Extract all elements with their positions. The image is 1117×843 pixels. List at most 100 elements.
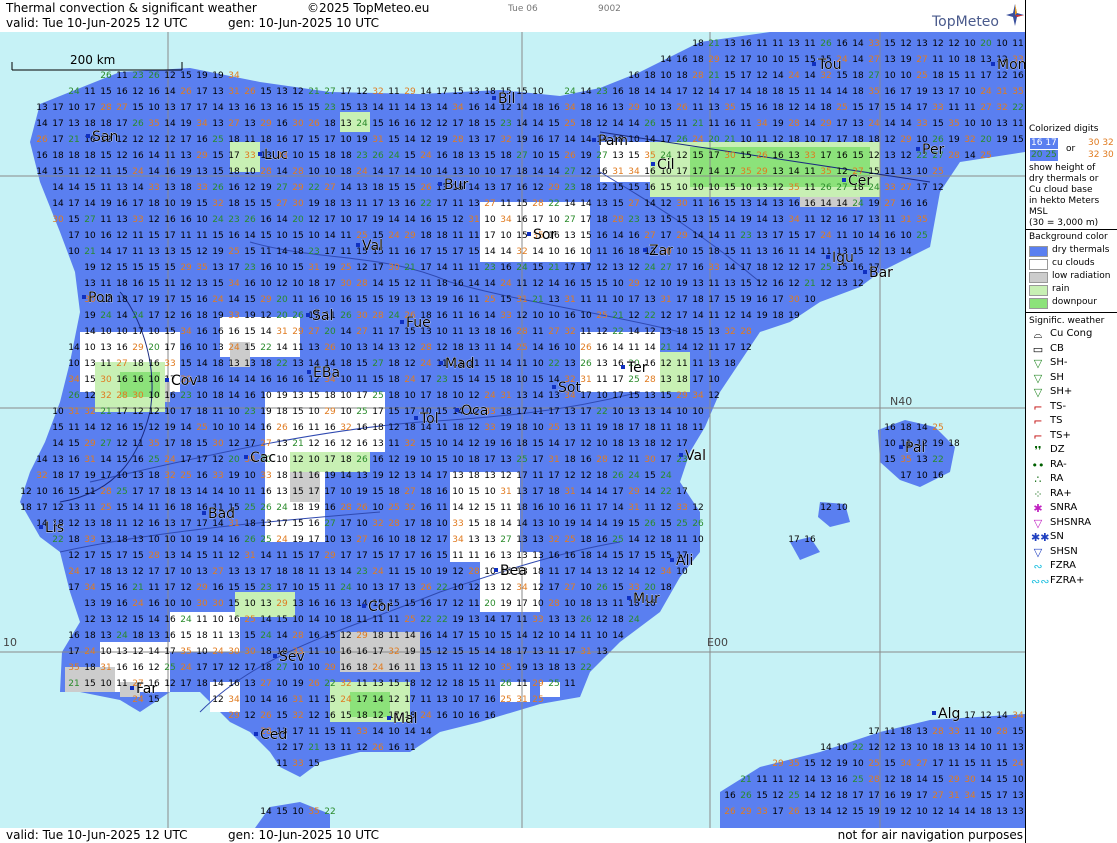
thermal-digit: 29 (180, 263, 192, 273)
thermal-digit: 19 (916, 87, 928, 97)
thermal-digit: 33 (884, 183, 895, 193)
footer: valid: Tue 10-Jun-2025 12 UTC gen: 10-Ju… (0, 828, 1025, 843)
city-label[interactable]: Mon (997, 57, 1025, 74)
thermal-digit: 18 (468, 471, 480, 481)
city-label[interactable]: Cil (657, 157, 675, 174)
city-label[interactable]: Ter (626, 360, 648, 377)
thermal-digit: 16 (148, 519, 160, 529)
thermal-digit: 35 (788, 759, 799, 769)
topmeteo-logo[interactable]: TopMeteo (932, 4, 1024, 32)
city-label[interactable]: Bar (869, 265, 894, 282)
city-label[interactable]: Mal (393, 711, 418, 728)
thermal-digit: 25 (548, 423, 559, 433)
city-label[interactable]: Sev (279, 649, 305, 666)
thermal-digit: 30 (964, 775, 976, 785)
thermal-digit: 25 (868, 759, 879, 769)
city-label[interactable]: Oca (461, 403, 489, 420)
thermal-digit: 17 (180, 407, 191, 417)
thermal-digit: 11 (308, 647, 319, 657)
city-label[interactable]: Per (922, 142, 945, 159)
weather-map[interactable]: 200 km N40 E00 10 18 21 13 16 11 11 13 11 26 16 14… (0, 32, 1025, 828)
thermal-digit: 18 (196, 375, 208, 385)
thermal-digit: 15 (212, 279, 223, 289)
thermal-digit: 12 (100, 263, 111, 273)
city-label[interactable]: Tol (419, 411, 439, 428)
logo-text: TopMeteo (932, 14, 999, 30)
city-label[interactable]: Igu (832, 250, 854, 267)
city-label[interactable]: Sor (533, 227, 557, 244)
thermal-digit: 24 (372, 663, 384, 673)
thermal-digit: 27 (884, 199, 895, 209)
thermal-digit: 17 (84, 103, 95, 113)
thermal-digit: 13 (452, 167, 463, 177)
thermal-digit: 11 (340, 231, 351, 241)
thermal-digit: 10 (500, 231, 512, 241)
city-label[interactable]: Luc (264, 147, 289, 164)
city-label[interactable]: Bad (208, 506, 236, 523)
thermal-digit: 12 (388, 695, 399, 705)
thermal-digit: 18 (692, 55, 704, 65)
city-label[interactable]: Val (685, 448, 707, 465)
city-label[interactable]: Alg (938, 706, 961, 723)
city-label[interactable]: Cac (250, 450, 277, 467)
thermal-digit: 12 (340, 631, 351, 641)
thermal-digit: 13 (788, 39, 799, 49)
city-label[interactable]: Bea (500, 563, 527, 580)
thermal-digit: 18 (388, 391, 400, 401)
thermal-digit: 10 (324, 615, 336, 625)
city-label[interactable]: Far (136, 681, 158, 698)
thermal-digit: 17 (164, 231, 175, 241)
city-label[interactable]: Bil (498, 91, 516, 108)
thermal-digit: 32 (548, 535, 559, 545)
thermal-digit: 15 (372, 295, 383, 305)
thermal-digit: 15 (516, 199, 527, 209)
thermal-digit: 15 (724, 295, 735, 305)
city-label[interactable]: Sal (312, 308, 334, 325)
city-label[interactable]: Tou (817, 57, 842, 74)
city-label[interactable]: Ali (676, 553, 694, 570)
city-label[interactable]: Lis (45, 520, 65, 537)
thermal-digit: 15 (132, 263, 143, 273)
city-label[interactable]: EBa (313, 365, 341, 382)
rain-icon: ∴ (1034, 473, 1042, 486)
thermal-digit: 14 (644, 487, 656, 497)
thermal-digit: 12 (772, 135, 783, 145)
city-label[interactable]: San (92, 129, 119, 146)
city-label[interactable]: Mur (633, 591, 661, 608)
city-label[interactable]: Pam (598, 133, 629, 150)
city-label[interactable]: Mad (445, 356, 475, 373)
thermal-digit: 14 (84, 327, 96, 337)
thermal-digit: 18 (260, 647, 272, 657)
thermal-digit: 16 (340, 647, 352, 657)
city-label[interactable]: Zar (649, 243, 674, 260)
city-label[interactable]: Sot (558, 380, 582, 397)
thermal-digit: 18 (676, 375, 688, 385)
thermal-digit: 16 (228, 679, 240, 689)
city-label[interactable]: Cov (171, 373, 198, 390)
thermal-digit: 18 (52, 151, 64, 161)
thermal-digit: 11 (212, 551, 223, 561)
city-label[interactable]: Cor (368, 599, 393, 616)
thermal-digit: 10 (324, 535, 336, 545)
city-label[interactable]: Val (362, 238, 384, 255)
thermal-digit: 32 (212, 199, 223, 209)
thermal-digit: 18 (580, 551, 592, 561)
thermal-digit: 30 (292, 199, 304, 209)
thermal-digit: 31 (276, 327, 287, 337)
thermal-digit: 14 (772, 71, 784, 81)
thermal-digit: 23 (244, 407, 255, 417)
thermal-digit: 14 (484, 647, 496, 657)
thermal-digit: 14 (708, 167, 720, 177)
city-label[interactable]: Pon (88, 290, 114, 307)
city-label[interactable]: Cer (848, 173, 873, 190)
thermal-digit: 21 (804, 279, 815, 289)
city-label[interactable]: Pal (905, 440, 926, 457)
thermal-digit: 14 (324, 231, 336, 241)
freezing-rain-heavy-icon: ∾∾ (1031, 574, 1050, 588)
city-label[interactable]: Bur (444, 177, 469, 194)
digit-samples: 16 17 20 25 or 30 32 32 30 (1030, 138, 1116, 162)
city-label[interactable]: Ced (260, 727, 288, 744)
thermal-digit: 10 (964, 39, 976, 49)
city-label[interactable]: Fue (406, 315, 431, 332)
thermal-digit: 32 (292, 711, 303, 721)
